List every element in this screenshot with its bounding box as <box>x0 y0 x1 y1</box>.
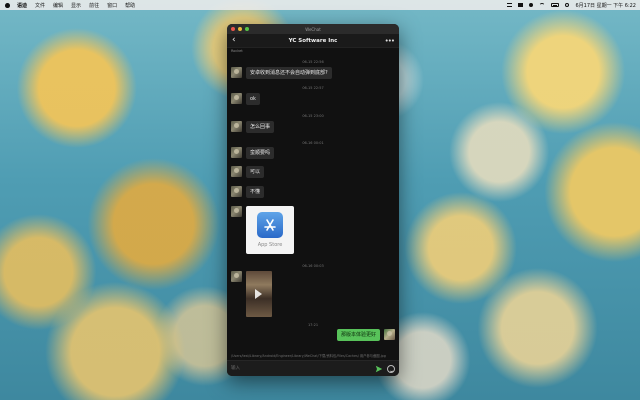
message-list[interactable]: Rocket 06-15 22:56 安卓收到消息还不会自动弹到底部? 06-1… <box>227 48 399 360</box>
message-row: 可以 <box>231 166 265 178</box>
app-store-label: App Store <box>257 242 283 248</box>
message-row: ok <box>231 93 260 105</box>
apple-icon[interactable] <box>4 2 11 9</box>
message-row: 蛮顺要吗 <box>231 147 275 159</box>
message-bubble[interactable]: ok <box>246 93 260 105</box>
wifi-icon[interactable] <box>539 3 546 7</box>
input-bar <box>227 360 399 376</box>
message-bubble[interactable]: 怎么回事 <box>246 121 275 133</box>
message-row: 怎么回事 <box>231 121 275 133</box>
timestamp: 06-16 00:03 <box>302 264 324 268</box>
menu-edit[interactable]: 编辑 <box>53 2 63 9</box>
menu-window[interactable]: 窗口 <box>107 2 117 9</box>
avatar[interactable] <box>231 166 242 177</box>
message-row: 不懂 <box>231 186 265 198</box>
image-message[interactable]: App Store <box>246 206 294 254</box>
send-icon[interactable] <box>374 364 383 373</box>
avatar[interactable] <box>231 121 242 132</box>
message-bubble-mine[interactable]: 那版本体验更好 <box>336 329 380 341</box>
flag-icon[interactable] <box>518 3 524 7</box>
timestamp: 06-15 22:57 <box>302 86 324 90</box>
menu-go[interactable]: 前往 <box>89 2 99 9</box>
status-dot-icon[interactable] <box>529 3 534 7</box>
status-area: 6月17日 星期一 下午 6:22 <box>507 2 636 9</box>
spotlight-search-icon[interactable] <box>565 3 570 7</box>
message-bubble[interactable]: 蛮顺要吗 <box>246 147 275 159</box>
play-icon[interactable] <box>255 289 262 299</box>
sender-name: Rocket <box>231 49 243 53</box>
menu-view[interactable]: 显示 <box>71 2 81 9</box>
more-icon[interactable]: ••• <box>384 37 395 45</box>
timestamp: 17:21 <box>307 323 319 327</box>
video-message[interactable] <box>246 271 272 317</box>
avatar[interactable] <box>384 329 395 340</box>
menu-bar: 语迪 文件 编辑 显示 前往 窗口 帮助 6月17日 星期一 下午 6:22 <box>0 0 640 10</box>
menu-app-name[interactable]: 语迪 <box>17 2 27 9</box>
avatar[interactable] <box>231 186 242 197</box>
timestamp: 06-15 22:56 <box>302 60 324 64</box>
chat-header: ‹ YC Software Inc ••• <box>227 34 399 48</box>
file-path-text: /Users/test/Library/Android/Engineer/Lib… <box>231 354 386 358</box>
window-titlebar[interactable]: WeChat <box>227 24 399 34</box>
app-store-icon <box>257 212 283 238</box>
timestamp: 06-15 23:00 <box>302 114 324 118</box>
menu-list-icon[interactable] <box>507 3 513 7</box>
emoji-icon[interactable] <box>387 364 395 373</box>
menu-help[interactable]: 帮助 <box>125 2 135 9</box>
menu-clock[interactable]: 6月17日 星期一 下午 6:22 <box>575 2 636 9</box>
avatar[interactable] <box>231 206 242 217</box>
avatar[interactable] <box>231 271 242 282</box>
message-row <box>231 271 272 317</box>
avatar[interactable] <box>231 67 242 78</box>
message-bubble[interactable]: 可以 <box>246 166 265 178</box>
battery-icon[interactable] <box>551 3 560 7</box>
chevron-left-icon[interactable]: ‹ <box>232 36 242 45</box>
avatar[interactable] <box>231 147 242 158</box>
message-row: 安卓收到消息还不会自动弹到底部? <box>231 67 332 79</box>
wechat-window: WeChat ‹ YC Software Inc ••• Rocket 06-1… <box>227 24 399 376</box>
avatar[interactable] <box>231 93 242 104</box>
menu-file[interactable]: 文件 <box>35 2 45 9</box>
timestamp: 06-16 00:01 <box>302 141 324 145</box>
window-title: WeChat <box>305 26 321 32</box>
message-input[interactable] <box>231 363 371 374</box>
message-row: App Store <box>231 206 294 254</box>
message-bubble[interactable]: 安卓收到消息还不会自动弹到底部? <box>246 67 332 79</box>
message-row: 那版本体验更好 <box>336 329 395 341</box>
message-bubble[interactable]: 不懂 <box>246 186 265 198</box>
chat-title: YC Software Inc <box>288 37 338 44</box>
